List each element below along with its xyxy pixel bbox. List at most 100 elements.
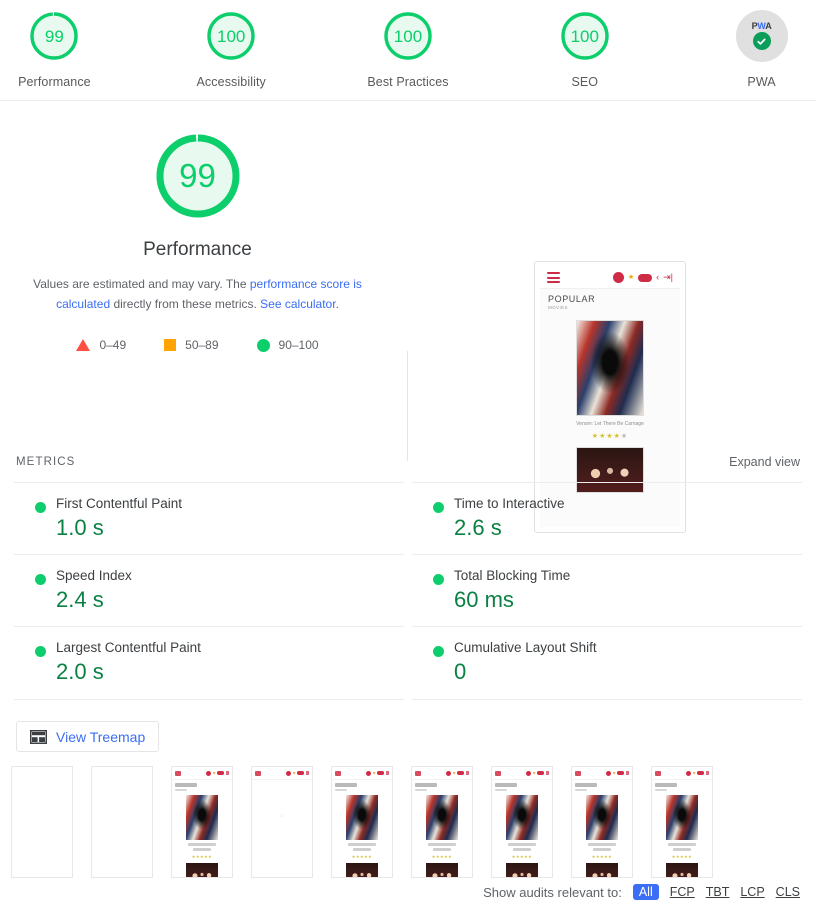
star-icon: ★ xyxy=(628,274,634,281)
loading-spinner-icon: ◌ xyxy=(281,813,284,819)
star-icon xyxy=(373,772,375,774)
frame-caption xyxy=(188,843,216,846)
frame-icons xyxy=(286,771,309,776)
performance-gauge-block: 99 Performance Values are estimated and … xyxy=(0,129,395,352)
preview-subheading: MOVIES xyxy=(548,305,672,310)
filmstrip-frame[interactable]: ★★★★★ xyxy=(171,766,233,878)
frame-topbar xyxy=(492,767,552,780)
score-item-pwa[interactable]: PWAPWA xyxy=(707,10,816,89)
frame-caption-2 xyxy=(673,848,691,851)
performance-description: Values are estimated and may vary. The p… xyxy=(20,274,376,314)
frame-caption xyxy=(508,843,536,846)
score-gauge: 99 xyxy=(28,10,80,62)
frame-topbar xyxy=(332,767,392,780)
score-value: 100 xyxy=(205,10,257,62)
metric-name: Total Blocking Time xyxy=(454,568,802,583)
legend-range: 50–89 xyxy=(185,338,218,352)
gauge-wrap: 100 xyxy=(177,10,286,62)
metric-item[interactable]: Total Blocking Time60 ms xyxy=(412,554,802,626)
frame-subtitle-bar xyxy=(495,789,507,791)
audit-filter-bar: Show audits relevant to: AllFCPTBTLCPCLS xyxy=(483,884,800,900)
metrics-grid: First Contentful Paint 1.0 s Time to Inter… xyxy=(14,482,802,700)
frame-caption xyxy=(348,843,376,846)
circle-icon xyxy=(257,339,270,352)
filmstrip-frame[interactable] xyxy=(91,766,153,878)
pwa-badge: PWA xyxy=(736,10,788,62)
score-legend: 0–4950–8990–100 xyxy=(76,338,318,352)
frame-caption-2 xyxy=(433,848,451,851)
toggle-icon xyxy=(697,771,704,775)
frame-caption xyxy=(588,843,616,846)
frame-caption-2 xyxy=(353,848,371,851)
frame-stars: ★★★★★ xyxy=(332,854,392,859)
audit-filter-option-tbt[interactable]: TBT xyxy=(706,885,730,899)
frame-title-bar xyxy=(175,783,197,787)
star-icon xyxy=(213,772,215,774)
metric-name: First Contentful Paint xyxy=(56,496,404,511)
metrics-header: METRICS Expand view xyxy=(0,455,816,469)
status-dot-pass xyxy=(35,574,46,585)
view-treemap-label: View Treemap xyxy=(56,729,145,745)
score-item-accessibility[interactable]: 100Accessibility xyxy=(177,10,286,89)
filmstrip-frame[interactable]: ★★★★★ xyxy=(651,766,713,878)
frame-icons xyxy=(606,771,629,776)
metric-item[interactable]: Largest Contentful Paint2.0 s xyxy=(14,626,404,699)
score-item-seo[interactable]: 100SEO xyxy=(530,10,639,89)
frame-heading xyxy=(412,780,472,791)
frame-stars: ★★★★★ xyxy=(572,854,632,859)
frame-title-bar xyxy=(495,783,517,787)
login-icon xyxy=(706,771,709,775)
score-gauge: 100 xyxy=(382,10,434,62)
metric-item[interactable]: Cumulative Layout Shift0 xyxy=(412,626,802,699)
frame-title-bar xyxy=(575,783,597,787)
filmstrip-frame[interactable]: ★★★★★ xyxy=(411,766,473,878)
preview-topbar-icons: ★ ‹ ⇥| xyxy=(613,272,673,283)
frame-heading xyxy=(572,780,632,791)
toggle-icon xyxy=(297,771,304,775)
star-icon xyxy=(693,772,695,774)
hamburger-menu-icon xyxy=(575,771,581,776)
performance-gauge[interactable]: 99 xyxy=(151,129,245,223)
frame-heading xyxy=(332,780,392,791)
category-scores-bar: 99Performance 100Accessibility 100Best Pra… xyxy=(0,0,816,101)
filmstrip-frame[interactable]: ★★★★★ xyxy=(571,766,633,878)
gauge-wrap: 99 xyxy=(0,10,109,62)
frame-heading xyxy=(172,780,232,791)
legend-item-circle: 90–100 xyxy=(257,338,319,352)
score-value: 99 xyxy=(28,10,80,62)
movie-poster-image xyxy=(576,320,644,416)
score-gauge: 100 xyxy=(205,10,257,62)
toggle-icon xyxy=(617,771,624,775)
see-calculator-link[interactable]: See calculator xyxy=(260,297,335,311)
login-icon xyxy=(466,771,469,775)
frame-subtitle-bar xyxy=(575,789,587,791)
filmstrip-frame[interactable]: ★★★★★ xyxy=(491,766,553,878)
score-item-best-practices[interactable]: 100Best Practices xyxy=(354,10,463,89)
score-item-performance[interactable]: 99Performance xyxy=(0,10,109,89)
search-icon xyxy=(686,771,691,776)
audit-filter-option-lcp[interactable]: LCP xyxy=(740,885,764,899)
expand-view-toggle[interactable]: Expand view xyxy=(729,455,800,469)
frame-poster xyxy=(506,795,538,840)
star-icon xyxy=(293,772,295,774)
search-icon xyxy=(613,272,624,283)
audit-filter-option-cls[interactable]: CLS xyxy=(776,885,800,899)
gauge-wrap: 100 xyxy=(354,10,463,62)
metric-name: Cumulative Layout Shift xyxy=(454,640,802,655)
frame-caption-2 xyxy=(593,848,611,851)
filmstrip-frame[interactable] xyxy=(11,766,73,878)
frame-heading xyxy=(652,780,712,791)
metric-item[interactable]: Speed Index2.4 s xyxy=(14,554,404,626)
login-icon xyxy=(546,771,549,775)
frame-topbar xyxy=(412,767,472,780)
audit-filter-option-all[interactable]: All xyxy=(633,884,659,900)
metric-item[interactable]: First Contentful Paint 1.0 s xyxy=(14,482,404,554)
metric-value: 1.0 s xyxy=(56,516,404,540)
frame-topbar xyxy=(652,767,712,780)
audit-filter-option-fcp[interactable]: FCP xyxy=(670,885,695,899)
metric-item[interactable]: Time to Interactive2.6 s xyxy=(412,482,802,554)
view-treemap-button[interactable]: View Treemap xyxy=(16,721,159,752)
filmstrip-frame[interactable]: ★★★★★ xyxy=(331,766,393,878)
metrics-title: METRICS xyxy=(16,456,75,468)
filmstrip-frame[interactable]: ◌ xyxy=(251,766,313,878)
